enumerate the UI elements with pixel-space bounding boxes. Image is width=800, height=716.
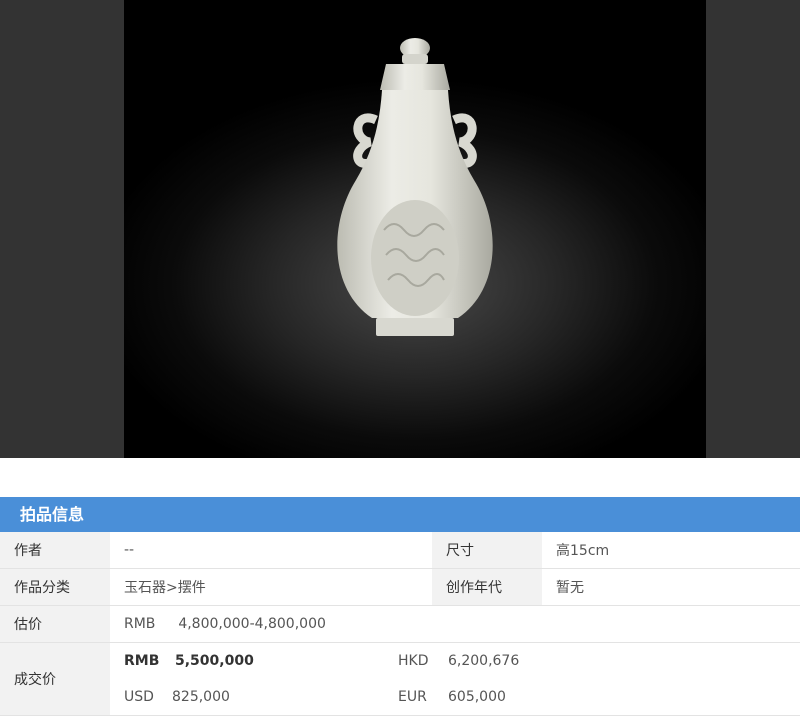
hkd-value: 6,200,676 xyxy=(448,653,520,669)
auction-info-header: 拍品信息 xyxy=(0,497,800,532)
rmb-currency: RMB xyxy=(124,653,160,669)
price-values-cell: RMB 5,500,000 HKD 6,200,676 USD 825,000 … xyxy=(110,642,800,716)
rmb-value: 5,500,000 xyxy=(175,653,254,669)
category-label: 作品分类 xyxy=(0,568,110,606)
estimate-label: 估价 xyxy=(0,605,110,643)
image-viewer xyxy=(0,0,800,458)
author-value: -- xyxy=(110,532,432,569)
era-value: 暂无 xyxy=(542,568,800,606)
size-value: 高15cm xyxy=(542,532,800,569)
section-title: 拍品信息 xyxy=(20,505,85,524)
auction-info-table: 作者 -- 尺寸 高15cm 作品分类 玉石器>摆件 创作年代 暂无 估价 RM… xyxy=(0,532,800,716)
table-row: 成交价 RMB 5,500,000 HKD 6,200,676 USD 825,… xyxy=(0,642,800,716)
size-label: 尺寸 xyxy=(432,532,542,569)
usd-value: 825,000 xyxy=(172,689,230,705)
artwork-photo[interactable] xyxy=(124,0,706,458)
table-row: 作品分类 玉石器>摆件 创作年代 暂无 xyxy=(0,568,800,606)
category-value[interactable]: 玉石器>摆件 xyxy=(110,568,432,606)
usd-currency: USD xyxy=(124,689,154,705)
era-label: 创作年代 xyxy=(432,568,542,606)
eur-currency: EUR xyxy=(398,689,427,705)
table-row: 作者 -- 尺寸 高15cm xyxy=(0,532,800,569)
author-label: 作者 xyxy=(0,532,110,569)
estimate-value-cell: RMB 4,800,000-4,800,000 xyxy=(110,605,800,643)
price-label: 成交价 xyxy=(0,642,110,716)
hkd-currency: HKD xyxy=(398,653,429,669)
table-row: 估价 RMB 4,800,000-4,800,000 xyxy=(0,605,800,643)
estimate-currency: RMB xyxy=(124,616,156,632)
eur-value: 605,000 xyxy=(448,689,506,705)
estimate-value: 4,800,000-4,800,000 xyxy=(178,616,326,632)
jade-vase-image xyxy=(337,38,493,336)
